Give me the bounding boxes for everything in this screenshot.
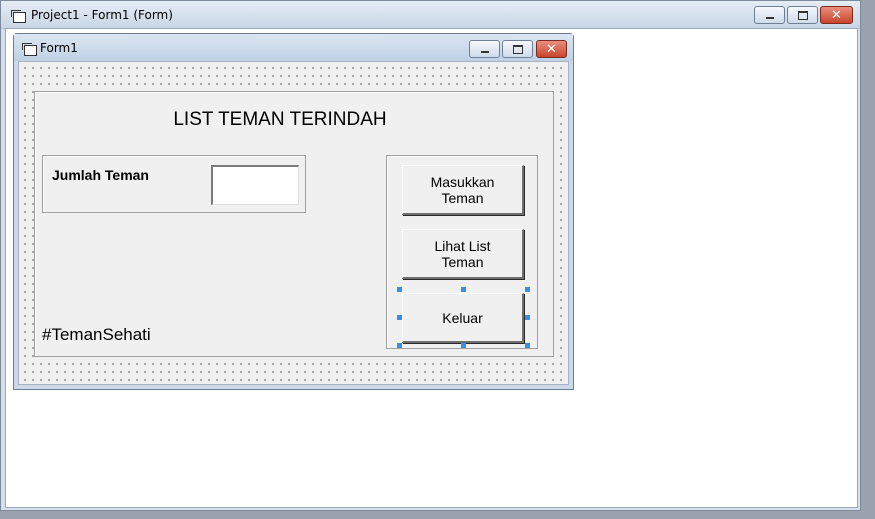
form1-title-bar[interactable]: Form1 ✕ bbox=[14, 34, 573, 61]
button-frame[interactable]: Masukkan Teman Lihat List Teman Keluar bbox=[386, 155, 538, 349]
designer-minimize-button[interactable] bbox=[754, 6, 785, 24]
form1-window-title: Form1 bbox=[40, 41, 78, 55]
close-icon: ✕ bbox=[831, 7, 842, 23]
count-input[interactable] bbox=[211, 165, 299, 205]
selection-handle[interactable] bbox=[397, 287, 402, 292]
hashtag-label: #TemanSehati bbox=[42, 325, 151, 344]
count-label: Jumlah Teman bbox=[52, 167, 149, 183]
add-friend-button[interactable]: Masukkan Teman bbox=[402, 165, 524, 215]
designer-title-bar[interactable]: Project1 - Form1 (Form) ✕ bbox=[1, 1, 860, 29]
designer-maximize-button[interactable] bbox=[787, 6, 818, 24]
selection-handle[interactable] bbox=[525, 287, 530, 292]
close-icon: ✕ bbox=[546, 41, 557, 57]
selection-handle[interactable] bbox=[525, 343, 530, 348]
form1-window[interactable]: Form1 ✕ LIST TEMAN TERINDAH Jumlah Teman… bbox=[13, 33, 574, 390]
selection-handle[interactable] bbox=[397, 343, 402, 348]
maximize-icon bbox=[797, 10, 808, 20]
count-frame[interactable]: Jumlah Teman bbox=[42, 155, 306, 213]
main-frame[interactable]: LIST TEMAN TERINDAH Jumlah Teman #TemanS… bbox=[34, 91, 554, 357]
minimize-icon bbox=[480, 51, 489, 53]
designer-close-button[interactable]: ✕ bbox=[820, 6, 853, 24]
view-list-button[interactable]: Lihat List Teman bbox=[402, 229, 524, 279]
designer-window-title: Project1 - Form1 (Form) bbox=[31, 8, 173, 22]
selection-handle[interactable] bbox=[397, 315, 402, 320]
page-title: LIST TEMAN TERINDAH bbox=[173, 109, 387, 130]
form-icon bbox=[11, 10, 26, 23]
maximize-icon bbox=[512, 44, 523, 54]
form1-minimize-button[interactable] bbox=[469, 40, 500, 58]
selection-handle[interactable] bbox=[461, 343, 466, 348]
form1-maximize-button[interactable] bbox=[502, 40, 533, 58]
selection-handle[interactable] bbox=[461, 287, 466, 292]
form1-design-surface[interactable]: LIST TEMAN TERINDAH Jumlah Teman #TemanS… bbox=[18, 61, 569, 385]
selection-handle[interactable] bbox=[525, 315, 530, 320]
form-icon bbox=[22, 43, 37, 56]
exit-button[interactable]: Keluar bbox=[402, 293, 524, 343]
form1-close-button[interactable]: ✕ bbox=[536, 40, 567, 58]
minimize-icon bbox=[765, 17, 774, 19]
